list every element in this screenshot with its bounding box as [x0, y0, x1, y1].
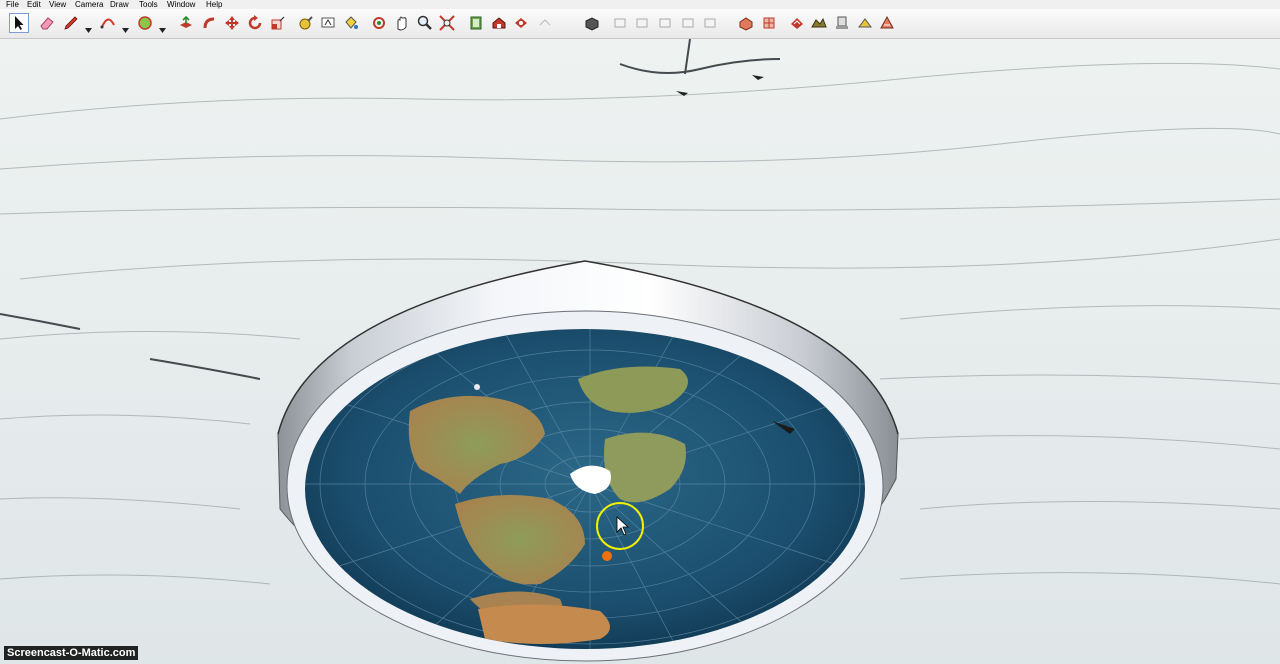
view-front-icon[interactable]	[632, 13, 652, 33]
pencil-icon[interactable]	[61, 13, 81, 33]
components-icon[interactable]	[466, 13, 486, 33]
select-arrow-icon[interactable]	[9, 13, 29, 33]
sandbox-smoove-icon[interactable]	[809, 13, 829, 33]
sandbox-drape-icon[interactable]	[855, 13, 875, 33]
share-model-icon[interactable]	[511, 13, 531, 33]
australia	[478, 604, 610, 644]
menu-view[interactable]: View	[49, 0, 66, 9]
shape-icon[interactable]	[135, 13, 155, 33]
pencil-dropdown-icon[interactable]	[85, 20, 92, 33]
styles-icon[interactable]	[736, 13, 756, 33]
rotate-icon[interactable]	[245, 13, 265, 33]
disabled-tool-icon	[535, 13, 555, 33]
main-toolbar	[0, 9, 1280, 39]
zoom-extents-icon[interactable]	[437, 13, 457, 33]
3d-viewport[interactable]	[0, 39, 1280, 664]
standard-views-icon[interactable]	[582, 13, 602, 33]
menu-draw[interactable]: Draw	[110, 0, 129, 9]
view-right-icon[interactable]	[655, 13, 675, 33]
recorder-watermark: Screencast-O-Matic.com	[4, 646, 139, 660]
zoom-icon[interactable]	[415, 13, 435, 33]
sandbox-icon[interactable]	[787, 13, 807, 33]
paint-bucket-icon[interactable]	[341, 13, 361, 33]
view-back-icon[interactable]	[678, 13, 698, 33]
scale-icon[interactable]	[268, 13, 288, 33]
island-dot	[474, 384, 480, 390]
text-icon[interactable]	[318, 13, 338, 33]
view-left-icon[interactable]	[700, 13, 720, 33]
arc-dropdown-icon[interactable]	[122, 20, 129, 33]
location-marker	[602, 551, 612, 561]
follow-me-icon[interactable]	[200, 13, 220, 33]
section-icon[interactable]	[759, 13, 779, 33]
shape-dropdown-icon[interactable]	[159, 20, 166, 33]
scene-canvas[interactable]	[0, 39, 1280, 664]
menu-tools[interactable]: Tools	[139, 0, 158, 9]
push-pull-icon[interactable]	[176, 13, 196, 33]
menu-help[interactable]: Help	[206, 0, 222, 9]
orbit-icon[interactable]	[369, 13, 389, 33]
sandbox-stamp-icon[interactable]	[832, 13, 852, 33]
menu-window[interactable]: Window	[167, 0, 195, 9]
warehouse-icon[interactable]	[489, 13, 509, 33]
view-top-icon[interactable]	[610, 13, 630, 33]
tape-measure-icon[interactable]	[296, 13, 316, 33]
menu-camera[interactable]: Camera	[75, 0, 103, 9]
move-icon[interactable]	[222, 13, 242, 33]
menu-bar: File Edit View Camera Draw Tools Window …	[0, 0, 1280, 9]
geo-location-icon[interactable]	[877, 13, 897, 33]
arc-icon[interactable]	[98, 13, 118, 33]
pan-icon[interactable]	[392, 13, 412, 33]
menu-file[interactable]: File	[6, 0, 19, 9]
eraser-icon[interactable]	[37, 13, 57, 33]
menu-edit[interactable]: Edit	[27, 0, 41, 9]
